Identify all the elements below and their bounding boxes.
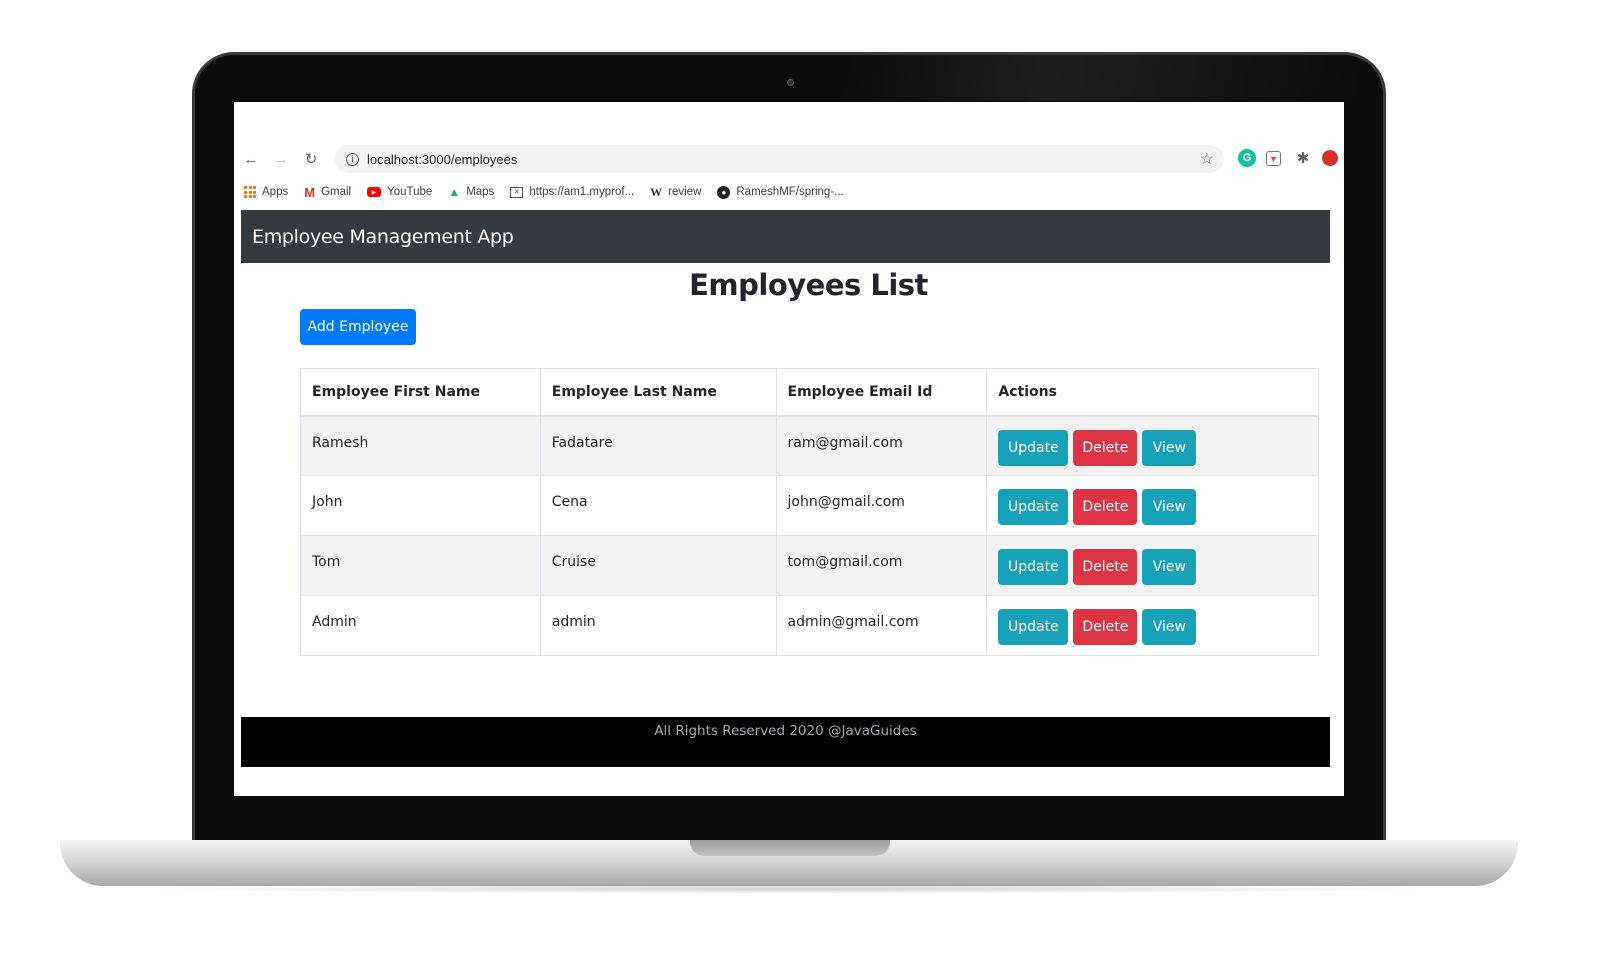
column-header-actions: Actions [986, 368, 1319, 417]
bookmark-label: review [668, 186, 702, 198]
cell-actions: Update Delete View [986, 595, 1319, 656]
github-icon: ● [717, 185, 731, 199]
update-button[interactable]: Update [998, 489, 1069, 525]
cell-last-name: Fadatare [539, 415, 777, 476]
bookmark-label: Gmail [321, 186, 352, 198]
cell-last-name: Cruise [539, 535, 777, 596]
view-button[interactable]: View [1142, 489, 1197, 525]
bookmark-label: RameshMF/spring-... [736, 186, 844, 198]
app-footer: All Rights Reserved 2020 @JavaGuides [241, 717, 1330, 767]
cell-last-name: admin [539, 595, 777, 656]
mail-icon: ✕ [510, 186, 524, 198]
bookmark-label: Maps [466, 186, 495, 198]
view-button[interactable]: View [1142, 609, 1197, 645]
cell-email: john@gmail.com [775, 475, 988, 536]
bookmark-github[interactable]: ● RameshMF/spring-... [717, 185, 844, 199]
add-employee-button[interactable]: Add Employee [300, 309, 416, 345]
bookmarks-bar: Apps M Gmail ▶ YouTube ▲ Maps ✕ https://… [244, 182, 860, 202]
lid-glare [845, 55, 1365, 101]
page-title: Employees List [689, 268, 928, 302]
cell-actions: Update Delete View [986, 415, 1319, 476]
cell-first-name: John [300, 475, 541, 536]
laptop-base [60, 840, 1518, 886]
view-button[interactable]: View [1142, 549, 1197, 585]
bookmark-gmail[interactable]: M Gmail [304, 185, 351, 200]
table-row: John Cena john@gmail.com Update Delete Vie… [300, 475, 1319, 536]
delete-button[interactable]: Delete [1073, 489, 1138, 525]
bookmark-apps[interactable]: Apps [244, 186, 288, 198]
table-row: Ramesh Fadatare ram@gmail.com Update Dele… [300, 415, 1319, 476]
address-bar[interactable]: i localhost:3000/employees ☆ [334, 145, 1224, 173]
apps-grid-icon [244, 186, 256, 198]
screen: ← → ↻ i localhost:3000/employees ☆ G ▼ ✱… [234, 102, 1344, 796]
cell-first-name: Admin [300, 595, 541, 656]
laptop-base-notch [690, 840, 890, 856]
cell-email: admin@gmail.com [775, 595, 988, 656]
pocket-extension-icon[interactable]: ▼ [1266, 151, 1281, 166]
bookmark-maps[interactable]: ▲ Maps [448, 185, 494, 199]
app-navbar: Employee Management App [241, 210, 1330, 263]
laptop-shadow [140, 884, 1440, 894]
footer-text: All Rights Reserved 2020 @JavaGuides [654, 723, 917, 739]
browser-toolbar: ← → ↻ i localhost:3000/employees ☆ G ▼ ✱ [234, 144, 1344, 174]
update-button[interactable]: Update [998, 429, 1069, 466]
bookmark-youtube[interactable]: ▶ YouTube [367, 186, 432, 198]
back-arrow-icon[interactable]: ← [238, 146, 264, 172]
wikipedia-icon: W [650, 184, 663, 199]
cell-actions: Update Delete View [986, 535, 1319, 596]
view-button[interactable]: View [1142, 429, 1197, 466]
grammarly-extension-icon[interactable]: G [1238, 149, 1256, 167]
info-icon[interactable]: i [346, 152, 359, 166]
delete-button[interactable]: Delete [1073, 429, 1138, 466]
laptop-lid: ← → ↻ i localhost:3000/employees ☆ G ▼ ✱… [192, 52, 1386, 844]
reload-icon[interactable]: ↻ [298, 146, 324, 172]
update-button[interactable]: Update [998, 549, 1069, 585]
bookmark-label: Apps [262, 186, 289, 198]
cell-first-name: Ramesh [300, 415, 541, 476]
profile-avatar-icon[interactable] [1322, 150, 1338, 166]
cell-last-name: Cena [539, 475, 777, 536]
webcam [787, 79, 794, 86]
column-header-first-name: Employee First Name [300, 368, 541, 417]
cell-actions: Update Delete View [986, 475, 1319, 536]
maps-icon: ▲ [448, 185, 461, 199]
delete-button[interactable]: Delete [1073, 549, 1138, 585]
bookmark-label: https://am1.myprof... [529, 186, 635, 198]
delete-button[interactable]: Delete [1073, 609, 1138, 645]
cell-email: ram@gmail.com [775, 415, 988, 476]
table-row: Tom Cruise tom@gmail.com Update Delete Vie… [300, 535, 1319, 596]
youtube-icon: ▶ [367, 187, 382, 197]
bookmark-review[interactable]: W review [650, 185, 701, 200]
url-text[interactable]: localhost:3000/employees [367, 152, 517, 167]
update-button[interactable]: Update [998, 609, 1069, 645]
bookmark-star-icon[interactable]: ☆ [1200, 149, 1214, 169]
table-row: Admin admin admin@gmail.com Update Delete… [300, 595, 1319, 656]
cell-first-name: Tom [300, 535, 541, 596]
extensions-puzzle-icon[interactable]: ✱ [1294, 149, 1312, 167]
forward-arrow-icon[interactable]: → [268, 146, 294, 172]
employees-table-container: Employee First Name Employee Last Name E… [300, 368, 1319, 656]
employees-table: Employee First Name Employee Last Name E… [300, 368, 1319, 656]
cell-email: tom@gmail.com [775, 535, 988, 596]
column-header-email: Employee Email Id [775, 368, 988, 417]
column-header-last-name: Employee Last Name [539, 368, 777, 417]
gmail-icon: M [304, 184, 316, 200]
bookmark-myprof[interactable]: ✕ https://am1.myprof... [510, 186, 634, 198]
bookmark-label: YouTube [387, 186, 433, 198]
table-header-row: Employee First Name Employee Last Name E… [300, 368, 1319, 417]
app-brand[interactable]: Employee Management App [252, 226, 514, 248]
